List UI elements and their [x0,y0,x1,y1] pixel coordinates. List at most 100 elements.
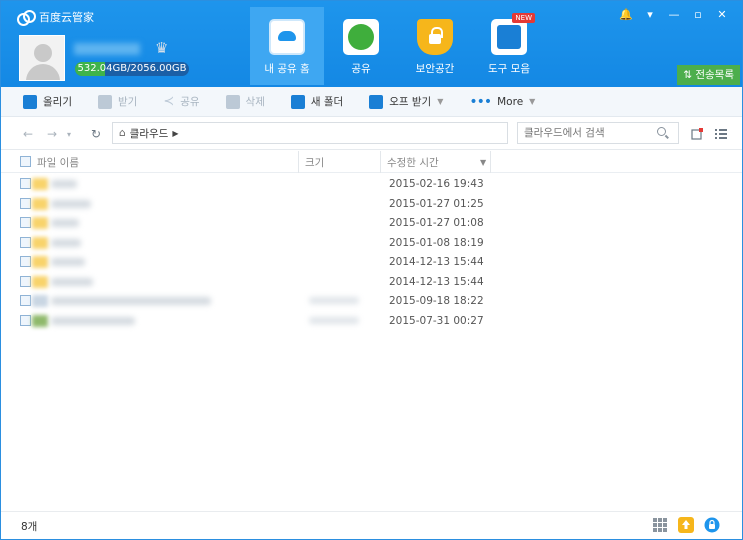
column-divider[interactable] [298,151,299,173]
username-blurred[interactable] [74,43,140,55]
folder-icon [32,178,48,190]
table-row[interactable]: 2015-01-08 18:19 [1,233,742,253]
folder-icon [32,236,48,249]
select-all-checkbox[interactable] [20,156,31,167]
download-button[interactable]: 받기 [97,94,137,109]
minimize-icon[interactable]: — [662,7,686,23]
column-modified-header[interactable]: 수정한 시간 [387,155,439,170]
table-row[interactable]: 2015-01-27 01:08 [1,213,742,233]
table-row[interactable]: 2015-09-18 18:22 [1,291,742,311]
column-size-header[interactable]: 크기 [305,155,324,170]
back-arrow-icon[interactable]: ← [23,127,33,141]
table-row[interactable]: 2015-01-27 01:25 [1,194,742,214]
row-checkbox[interactable] [20,256,31,267]
nav-my-home-label: 내 공유 홈 [264,63,310,75]
maximize-icon[interactable]: ▫ [686,7,710,23]
column-divider[interactable] [490,151,491,173]
nav-secure-space-label: 보안공간 [415,63,455,75]
offline-download-icon [369,94,384,109]
folder-icon [32,217,48,229]
row-checkbox[interactable] [20,236,31,248]
new-badge: NEW [512,13,535,23]
list-view-icon[interactable] [715,128,727,140]
vip-crown-icon[interactable]: ♛ [155,39,168,57]
modified-date: 2015-02-16 19:43 [389,178,484,190]
upload-tray-icon[interactable] [678,517,694,533]
offline-download-label: 오프 받기 [389,96,432,108]
file-name-blurred[interactable] [51,238,81,247]
table-row[interactable]: 2015-07-31 00:27 [1,311,742,331]
row-checkbox[interactable] [20,314,31,326]
search-icon[interactable] [657,127,666,136]
more-label: More [497,95,524,108]
column-name-header[interactable]: 파일 이름 [37,155,79,170]
item-count: 8개 [21,521,38,533]
cloud-icon [269,19,305,55]
new-folder-button[interactable]: 새 폴더 [290,94,343,109]
breadcrumb[interactable]: ⌂ 클라우드 ▶ [112,122,508,144]
transfer-list-label: 전송목록 [695,69,734,81]
notification-bell-icon[interactable]: 🔔 [614,7,638,23]
row-checkbox[interactable] [20,197,31,209]
baidu-cloud-logo-icon [17,10,36,26]
folder-icon [32,197,48,210]
modified-date: 2014-12-13 15:44 [389,275,484,288]
download-icon [97,94,112,109]
status-bar: 8개 [1,511,742,539]
nav-secure-space[interactable]: 보안공간 [398,7,472,85]
history-dropdown-icon[interactable]: ▾ [67,130,71,139]
folder-icon [32,275,48,288]
search-input[interactable] [517,122,679,144]
file-name-blurred[interactable] [51,297,211,305]
modified-date: 2015-07-31 00:27 [389,314,484,327]
more-dots-icon: ••• [469,93,492,110]
forward-arrow-icon[interactable]: → [47,127,57,141]
close-icon[interactable]: ✕ [710,7,734,23]
storage-quota-text: 532.04GB/2056.00GB [77,63,187,74]
refresh-icon[interactable]: ↻ [91,127,101,141]
lock-icon [417,19,453,55]
thumbnail-view-icon[interactable] [691,128,703,140]
transfer-list-button[interactable]: ⇅ 전송목록 [677,65,740,85]
breadcrumb-cloud[interactable]: 클라우드 [130,126,169,141]
security-lock-icon[interactable] [704,517,720,533]
app-window: 百度云管家 ♛ 532.04GB/2056.00GB 내 공유 홈 공유 보안공… [0,0,743,540]
storage-quota-bar: 532.04GB/2056.00GB [75,62,189,76]
breadcrumb-arrow-icon[interactable]: ▶ [172,129,178,138]
table-row[interactable]: 2014-12-13 15:44 [1,272,742,292]
avatar[interactable] [19,35,65,81]
trash-icon [225,94,240,109]
nav-tools-label: 도구 모음 [488,63,530,75]
grid-view-icon[interactable] [652,517,668,533]
file-name-blurred[interactable] [51,277,93,286]
share-button[interactable]: ≺ 공유 [163,94,199,109]
nav-tools[interactable]: NEW 도구 모음 [472,7,546,85]
row-checkbox[interactable] [20,178,31,189]
file-size-blurred [309,297,359,304]
new-folder-icon [290,94,305,109]
row-checkbox[interactable] [20,295,31,306]
file-name-blurred[interactable] [51,316,135,325]
nav-share[interactable]: 공유 [324,7,398,85]
menu-dropdown-icon[interactable]: ▾ [638,7,662,23]
delete-button[interactable]: 삭제 [225,94,265,109]
row-checkbox[interactable] [20,217,31,228]
column-divider[interactable] [380,151,381,173]
more-button[interactable]: ••• More ▼ [469,94,535,110]
nav-my-home[interactable]: 내 공유 홈 [250,7,324,85]
upload-label: 올리기 [43,96,72,108]
table-row[interactable]: 2015-02-16 19:43 [1,174,742,194]
row-checkbox[interactable] [20,275,31,287]
file-name-blurred[interactable] [51,199,91,208]
window-controls: 🔔 ▾ — ▫ ✕ [614,7,734,23]
file-icon [32,314,48,327]
file-name-blurred[interactable] [51,258,85,266]
upload-button[interactable]: 올리기 [23,94,72,109]
toolbar: 올리기 받기 ≺ 공유 삭제 새 폴더 오프 받기 ▼ ••• More ▼ [1,87,742,117]
file-name-blurred[interactable] [51,180,77,188]
offline-download-button[interactable]: 오프 받기 ▼ [369,94,443,109]
table-row[interactable]: 2014-12-13 15:44 [1,252,742,272]
chevron-down-icon: ▼ [437,97,444,106]
sort-desc-icon[interactable]: ▼ [480,158,486,167]
file-name-blurred[interactable] [51,219,79,227]
